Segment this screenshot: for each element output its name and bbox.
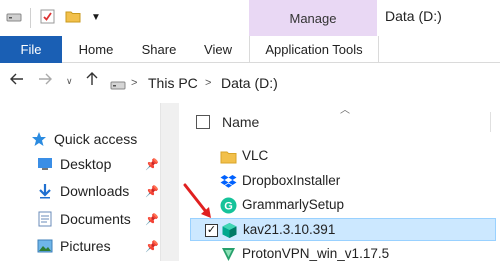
red-arrow-icon xyxy=(180,182,216,227)
nav-item-documents[interactable]: Documents 📌 xyxy=(36,208,161,230)
nav-quick-access[interactable]: Quick access xyxy=(30,128,170,150)
column-divider[interactable] xyxy=(490,112,491,132)
nav-item-pictures[interactable]: Pictures 📌 xyxy=(36,235,161,257)
breadcrumb-separator-icon[interactable]: > xyxy=(205,77,211,89)
file-row-grammarly[interactable]: G GrammarlySetup xyxy=(190,194,496,217)
nav-item-downloads[interactable]: Downloads 📌 xyxy=(36,180,161,202)
nav-item-desktop[interactable]: Desktop 📌 xyxy=(36,153,161,175)
documents-icon xyxy=(36,211,54,227)
nav-label: Quick access xyxy=(54,131,138,147)
navigation-scrollbar[interactable] xyxy=(160,103,179,261)
tab-application-tools[interactable]: Application Tools xyxy=(249,36,379,62)
tab-home[interactable]: Home xyxy=(72,36,120,62)
pin-icon[interactable]: 📌 xyxy=(145,158,159,171)
file-row-protonvpn[interactable]: ProtonVPN_win_v1.17.5 xyxy=(190,243,496,266)
file-name: GrammarlySetup xyxy=(242,197,345,212)
pin-icon[interactable]: 📌 xyxy=(145,185,159,198)
tab-share[interactable]: Share xyxy=(135,36,183,62)
file-row-dropbox[interactable]: DropboxInstaller xyxy=(190,170,496,193)
file-name: VLC xyxy=(242,148,269,163)
window-title: Data (D:) xyxy=(385,8,442,24)
download-arrow-icon xyxy=(36,183,54,199)
up-arrow-icon[interactable] xyxy=(86,72,98,91)
breadcrumb-this-pc[interactable]: This PC xyxy=(148,75,198,91)
recent-locations-chevron-icon[interactable]: ∨ xyxy=(66,76,73,87)
properties-check-icon[interactable] xyxy=(40,9,55,29)
sort-ascending-icon: ︿ xyxy=(340,105,350,116)
tab-view[interactable]: View xyxy=(195,36,241,62)
customize-dropdown-icon[interactable]: ▼ xyxy=(91,12,101,23)
file-name: DropboxInstaller xyxy=(242,173,341,188)
back-arrow-icon[interactable] xyxy=(10,72,24,91)
title-bar: ▼ Manage Data (D:) xyxy=(0,0,500,36)
star-icon xyxy=(30,131,48,147)
file-row-vlc[interactable]: VLC xyxy=(190,145,496,168)
folder-icon xyxy=(220,148,237,165)
file-name: ProtonVPN_win_v1.17.5 xyxy=(242,246,390,261)
file-row-kav[interactable]: ✓ kav21.3.10.391 xyxy=(190,218,496,241)
kaspersky-icon xyxy=(221,222,238,239)
drive-icon[interactable] xyxy=(6,10,22,28)
pictures-icon xyxy=(36,238,54,254)
select-all-checkbox[interactable] xyxy=(196,115,210,129)
nav-label: Pictures xyxy=(60,238,111,254)
new-folder-icon[interactable] xyxy=(65,8,81,29)
protonvpn-icon xyxy=(220,246,237,263)
grammarly-icon: G xyxy=(220,197,237,214)
breadcrumb-data-drive[interactable]: Data (D:) xyxy=(221,75,278,91)
dropbox-icon xyxy=(220,173,237,190)
drive-icon xyxy=(110,78,126,96)
nav-label: Desktop xyxy=(60,156,112,172)
desktop-icon xyxy=(36,156,54,172)
nav-label: Downloads xyxy=(60,183,130,199)
pin-icon[interactable]: 📌 xyxy=(145,240,159,253)
manage-contextual-tab[interactable]: Manage xyxy=(249,0,377,36)
forward-arrow-icon[interactable] xyxy=(38,72,52,91)
svg-text:G: G xyxy=(224,201,233,213)
file-name: kav21.3.10.391 xyxy=(243,222,336,237)
tab-file[interactable]: File xyxy=(0,36,62,63)
breadcrumb-separator-icon[interactable]: > xyxy=(131,77,137,89)
pin-icon[interactable]: 📌 xyxy=(145,213,159,226)
toolbar-divider xyxy=(30,8,31,28)
nav-label: Documents xyxy=(60,211,131,227)
column-header-name[interactable]: Name xyxy=(222,114,259,130)
